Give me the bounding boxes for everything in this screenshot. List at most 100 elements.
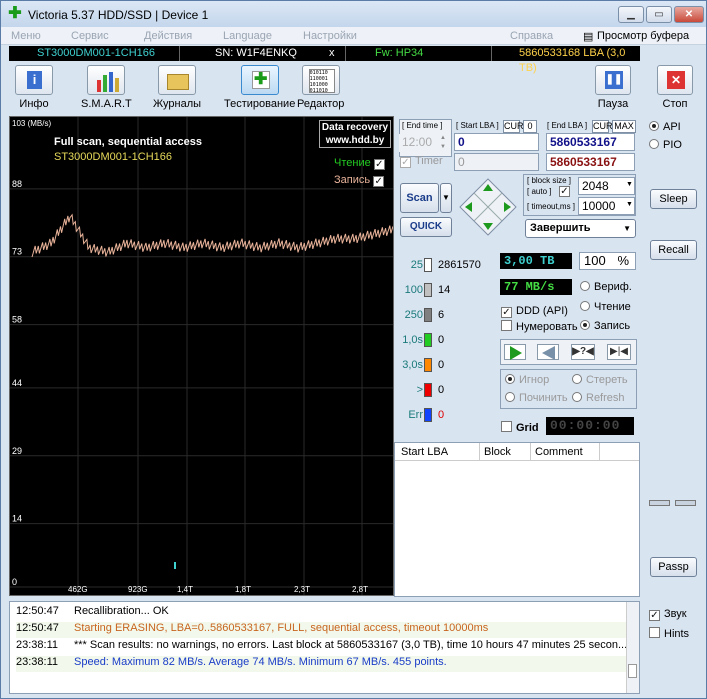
erase-radio[interactable]: Стереть [572, 374, 628, 386]
stat-row: 25 2861570 [396, 256, 496, 274]
col-block[interactable]: Block [484, 446, 511, 458]
logs-button[interactable]: Журналы [153, 65, 201, 110]
stat-threshold: 1,0s [402, 334, 423, 346]
x-tick-label: 462G [68, 585, 88, 594]
auto-checkbox[interactable]: ✓ [559, 186, 570, 197]
start-lba-field[interactable]: 0 [454, 133, 539, 151]
quick-button[interactable]: QUICK [400, 217, 452, 237]
block-size-dropdown-icon: ▼ [626, 181, 633, 188]
smart-button[interactable]: S.M.A.R.T [81, 65, 132, 110]
stat-count: 0 [438, 334, 445, 346]
col-start-lba[interactable]: Start LBA [401, 446, 448, 458]
log-time: 23:38:11 [16, 639, 59, 651]
sound-checkbox[interactable]: ✓ Звук [649, 608, 687, 621]
recall-button[interactable]: Recall [650, 240, 697, 260]
log-scrollbar[interactable] [626, 602, 639, 693]
close-button[interactable]: ✕ [674, 6, 704, 23]
editor-button[interactable]: 010110 110001 101000 011010 Редактор [297, 65, 344, 110]
pause-button[interactable]: ❚❚ Пауза [595, 65, 631, 110]
verify-radio[interactable]: Вериф. [580, 281, 632, 293]
menu-item-language[interactable]: Language [223, 30, 272, 42]
stat-color-box [424, 258, 432, 272]
log-time: 23:38:11 [16, 656, 59, 668]
butterfly-icon: ▶|◀ [610, 346, 628, 357]
finish-select[interactable]: Завершить ▼ [525, 219, 636, 238]
menu-item-menu[interactable]: Меню [11, 30, 41, 42]
log-message: Speed: Maximum 82 MB/s. Average 74 MB/s.… [74, 656, 447, 668]
log-message: Recallibration... OK [74, 605, 169, 617]
x-tick-label: 1,8T [235, 585, 251, 594]
ddd-api-checkbox[interactable]: ✓ DDD (API) [501, 305, 568, 318]
read-radio[interactable]: Чтение [580, 301, 631, 313]
api-radio[interactable]: API [649, 121, 681, 133]
testing-button[interactable]: ✚ Тестирование [224, 65, 295, 110]
repair-radio[interactable]: Починить [505, 392, 568, 404]
ignore-radio[interactable]: Игнор [505, 374, 549, 386]
menu-item-actions[interactable]: Действия [144, 30, 192, 42]
y-tick-label: 0 [12, 577, 17, 587]
info-button[interactable]: i Инфо [15, 65, 53, 110]
finish-label: Завершить [530, 222, 591, 234]
read-legend[interactable]: Чтение ✓ [334, 157, 389, 170]
timer-field[interactable]: 0 [454, 153, 539, 171]
grid-checkbox[interactable]: Grid [501, 421, 539, 434]
start-zero-button[interactable]: 0 [523, 120, 537, 133]
side-panel: API PIO Sleep Recall Passp [642, 116, 704, 596]
scan-dropdown-button[interactable]: ▼ [440, 183, 452, 213]
graph-title: Full scan, sequential access [54, 136, 202, 148]
refresh-radio[interactable]: Refresh [572, 392, 625, 404]
random-icon: ▶?◀ [572, 346, 594, 357]
x-tick-label: 923G [128, 585, 148, 594]
back-icon [542, 346, 555, 360]
menu-item-help[interactable]: Справка [510, 30, 553, 42]
y-tick-label: 73 [12, 247, 22, 257]
passp-button[interactable]: Passp [650, 557, 697, 577]
block-stats: 25 2861570 100 14 250 6 1,0s 0 3,0s 0 >0 Err 0 [396, 248, 496, 438]
write-checkbox[interactable]: ✓ [373, 176, 385, 187]
watermark: Data recovery www.hdd.by [319, 120, 391, 148]
stop-button[interactable]: ✕ Стоп [657, 65, 693, 110]
start-cur-button[interactable]: CUR [503, 120, 524, 133]
write-radio[interactable]: Запись [580, 320, 630, 332]
minimize-button[interactable]: ▁ [618, 6, 644, 23]
stat-color-box [424, 408, 432, 422]
drive-serial: SN: W1F4ENKQ [215, 47, 297, 59]
scan-button[interactable]: Scan [400, 183, 439, 213]
menu-item-service[interactable]: Сервис [71, 30, 109, 42]
scroll-down-icon[interactable] [628, 664, 637, 678]
info-icon: i [27, 71, 42, 89]
menu-item-clipboard[interactable]: Просмотр буфера [597, 30, 689, 42]
rewind-button[interactable] [537, 344, 559, 360]
elapsed-timer: 00:00:00 [546, 417, 634, 435]
drive-close-x[interactable]: x [329, 46, 335, 61]
write-legend-label: Запись [334, 174, 371, 186]
end-time-field[interactable]: 12:00 [399, 134, 439, 152]
col-comment[interactable]: Comment [535, 446, 583, 458]
sleep-button[interactable]: Sleep [650, 189, 697, 209]
read-checkbox[interactable]: ✓ [373, 159, 385, 170]
end-time-spinner[interactable]: ▲ ▼ [440, 134, 450, 152]
stat-count: 0 [438, 359, 445, 371]
editor-label: Редактор [297, 98, 345, 110]
timer-checkbox[interactable]: ✓ Timer [400, 155, 443, 168]
pio-radio[interactable]: PIO [649, 139, 682, 151]
butterfly-button[interactable]: ▶|◀ [607, 344, 631, 360]
direction-pad[interactable] [459, 178, 517, 236]
stat-row: 1,0s 0 [396, 331, 496, 349]
end-lba-field[interactable]: 5860533167 [546, 133, 635, 151]
indicator-left [649, 500, 670, 506]
numbering-checkbox[interactable]: Нумеровать [501, 320, 578, 333]
write-legend[interactable]: Запись ✓ [334, 174, 388, 187]
random-button[interactable]: ▶?◀ [571, 344, 595, 360]
end-cur-button[interactable]: CUR [592, 120, 613, 133]
log-time: 12:50:47 [16, 605, 59, 617]
play-button[interactable] [504, 344, 526, 360]
maximize-button[interactable]: ▭ [646, 6, 672, 23]
size-display: 3,00 TB [500, 253, 572, 269]
end-max-button[interactable]: MAX [612, 120, 636, 133]
drive-info-bar: ST3000DM001-1CH166 SN: W1F4ENKQ x Fw: HP… [9, 46, 640, 74]
stat-count: 0 [438, 409, 445, 421]
log-panel: 12:50:47 Recallibration... OK 12:50:47 Star… [9, 601, 640, 694]
menu-item-settings[interactable]: Настройки [303, 30, 357, 42]
hints-checkbox[interactable]: Hints [649, 627, 689, 640]
